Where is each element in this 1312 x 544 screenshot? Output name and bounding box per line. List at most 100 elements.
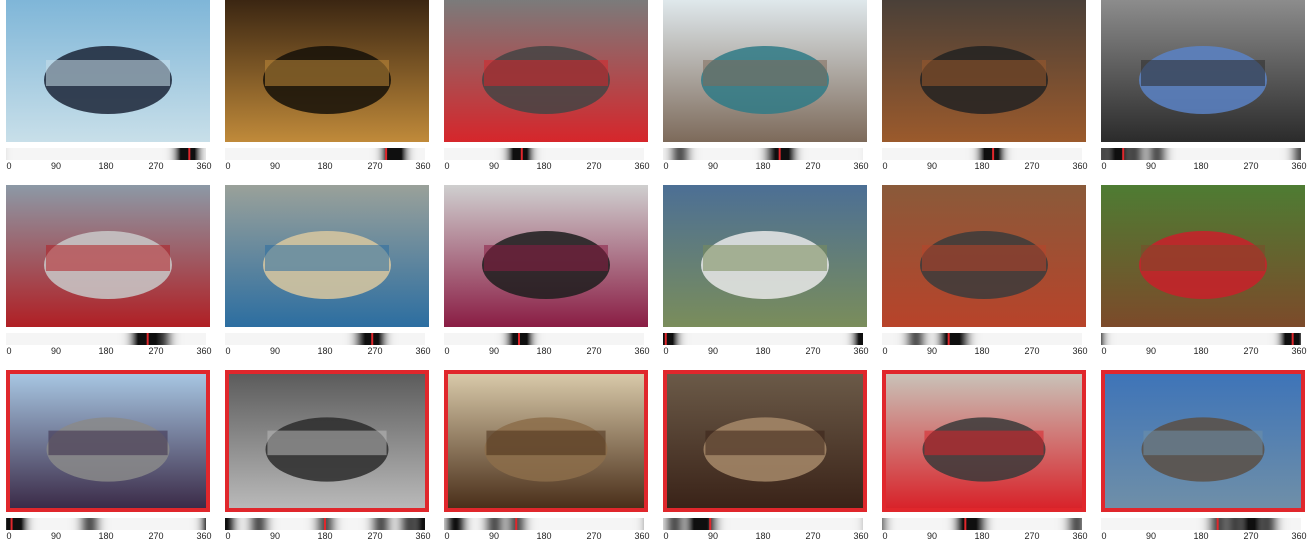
axis-tick-label: 90: [488, 161, 500, 171]
angle-axis: 0 90 180 270 360: [1101, 346, 1307, 358]
photo-bicycle: [1101, 0, 1305, 142]
orientation-density-bar: [6, 333, 206, 345]
axis-tick-label: 90: [50, 161, 62, 171]
orientation-density-bar: [882, 518, 1082, 530]
axis-tick-label: 0: [1101, 531, 1107, 541]
axis-tick-label: 90: [50, 531, 62, 541]
estimate-marker: [371, 333, 374, 345]
axis-tick-label: 360: [1072, 161, 1088, 171]
angle-axis: 0 90 180 270 360: [663, 531, 868, 543]
photo-thumbnail: [1101, 185, 1305, 327]
axis-tick-label: 0: [444, 531, 450, 541]
axis-tick-label: 180: [1193, 346, 1209, 356]
photo-bicycle-handlebars: [229, 374, 425, 508]
photo-bus: [663, 0, 867, 142]
estimate-marker: [188, 148, 191, 160]
axis-tick-label: 360: [196, 531, 212, 541]
axis-tick-label: 180: [974, 346, 990, 356]
axis-tick-label: 360: [415, 346, 431, 356]
photo-thumbnail: [1101, 370, 1305, 512]
axis-tick-label: 0: [444, 346, 450, 356]
photo-thumbnail: [663, 370, 867, 512]
orientation-density-bar: [225, 148, 425, 160]
axis-tick-label: 360: [853, 346, 869, 356]
axis-tick-label: 0: [225, 346, 231, 356]
photo-thumbnail: [225, 370, 429, 512]
axis-tick-label: 360: [415, 161, 431, 171]
estimate-marker: [10, 518, 13, 530]
estimate-marker: [992, 148, 995, 160]
photo-thumbnail: [1101, 0, 1305, 142]
axis-tick-label: 0: [6, 346, 12, 356]
photo-thumbnail: [663, 185, 867, 327]
angle-axis: 0 90 180 270 360: [444, 531, 650, 543]
angle-axis: 0 90 180 270 360: [444, 346, 649, 358]
axis-tick-label: 0: [663, 346, 669, 356]
axis-tick-label: 90: [1145, 346, 1157, 356]
estimate-marker: [518, 333, 520, 345]
photo-table-and-chair: [882, 0, 1086, 142]
axis-tick-label: 360: [1291, 161, 1307, 171]
axis-tick-label: 90: [488, 346, 500, 356]
axis-tick-label: 0: [6, 531, 12, 541]
axis-tick-label: 180: [536, 346, 552, 356]
axis-tick-label: 180: [98, 531, 114, 541]
orientation-density-bar: [1101, 148, 1301, 160]
photo-red-car: [444, 0, 648, 142]
axis-tick-label: 180: [536, 531, 552, 541]
axis-tick-label: 0: [663, 161, 669, 171]
estimate-marker: [664, 333, 667, 345]
photo-thumbnail: [882, 370, 1086, 512]
photo-thumbnail: [882, 185, 1086, 327]
photo-double-decker-bus: [886, 374, 1082, 508]
axis-tick-label: 90: [926, 161, 938, 171]
axis-tick-label: 90: [926, 346, 938, 356]
orientation-density-bar: [444, 148, 644, 160]
photo-thumbnail: [444, 185, 648, 327]
angle-axis: 0 90 180 270 360: [6, 531, 212, 543]
orientation-density-bar: [225, 333, 425, 345]
photo-sailboat: [1105, 374, 1301, 508]
axis-tick-label: 270: [1243, 531, 1259, 541]
orientation-density-bar: [663, 518, 863, 530]
estimate-marker: [709, 518, 712, 530]
axis-tick-label: 90: [488, 531, 500, 541]
axis-tick-label: 270: [805, 346, 821, 356]
angle-axis: 0 90 180 270 360: [225, 346, 431, 358]
orientation-density-bar: [225, 518, 425, 530]
axis-tick-label: 180: [98, 161, 114, 171]
photo-chair: [448, 374, 644, 508]
angle-axis: 0 90 180 270 360: [225, 161, 431, 173]
photo-thumbnail: [6, 185, 210, 327]
axis-tick-label: 90: [50, 346, 62, 356]
axis-tick-label: 90: [1145, 161, 1157, 171]
axis-tick-label: 360: [1291, 346, 1307, 356]
photo-thumbnail: [663, 0, 867, 142]
axis-tick-label: 0: [882, 531, 888, 541]
photo-bicycle: [882, 185, 1086, 327]
photo-motorcycle: [1101, 185, 1305, 327]
axis-tick-label: 0: [1101, 346, 1107, 356]
estimate-marker: [1122, 148, 1125, 160]
axis-tick-label: 0: [1101, 161, 1107, 171]
axis-tick-label: 360: [1291, 531, 1307, 541]
axis-tick-label: 360: [1072, 531, 1088, 541]
axis-tick-label: 90: [926, 531, 938, 541]
orientation-density-bar: [1101, 518, 1301, 530]
axis-tick-label: 270: [1243, 346, 1259, 356]
axis-tick-label: 270: [367, 531, 383, 541]
orientation-density-bar: [444, 333, 644, 345]
axis-tick-label: 0: [663, 531, 669, 541]
axis-tick-label: 270: [1024, 531, 1040, 541]
axis-tick-label: 270: [586, 161, 602, 171]
axis-tick-label: 0: [225, 161, 231, 171]
axis-tick-label: 90: [1145, 531, 1157, 541]
photo-thumbnail: [6, 370, 210, 512]
axis-tick-label: 0: [225, 531, 231, 541]
orientation-density-bar: [1101, 333, 1301, 345]
axis-tick-label: 360: [634, 531, 650, 541]
axis-tick-label: 270: [805, 531, 821, 541]
axis-tick-label: 90: [269, 531, 281, 541]
axis-tick-label: 270: [367, 161, 383, 171]
axis-tick-label: 180: [317, 531, 333, 541]
